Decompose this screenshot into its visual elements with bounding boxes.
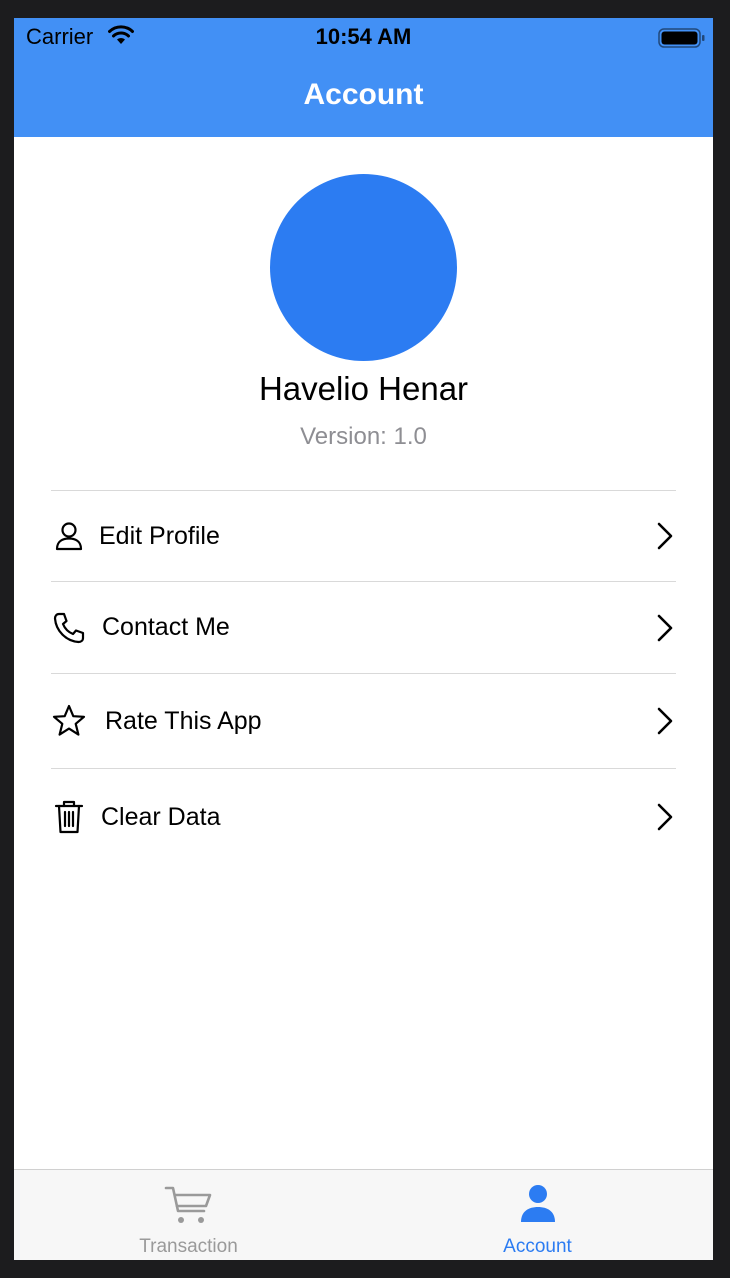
menu-item-label: Edit Profile: [99, 521, 220, 550]
rate-app-row[interactable]: Rate This App: [51, 673, 676, 768]
trash-icon: [51, 799, 87, 835]
tab-label: Transaction: [139, 1236, 238, 1257]
tab-bar: Transaction Account: [14, 1169, 713, 1260]
person-icon: [51, 518, 87, 554]
app-version: Version: 1.0: [300, 423, 427, 450]
page-title: Account: [303, 78, 424, 111]
tab-transaction[interactable]: Transaction: [14, 1170, 363, 1260]
star-icon: [51, 703, 87, 739]
menu-item-label: Contact Me: [102, 613, 230, 641]
chevron-right-icon: [657, 614, 673, 641]
user-name: Havelio Henar: [258, 370, 469, 407]
edit-profile-row[interactable]: Edit Profile: [51, 490, 676, 581]
tab-label: Account: [503, 1236, 572, 1257]
cart-icon: [164, 1186, 212, 1223]
person-fill-icon: [521, 1185, 555, 1222]
chevron-right-icon: [657, 803, 673, 831]
menu-item-label: Clear Data: [101, 802, 221, 831]
clear-data-row[interactable]: Clear Data: [51, 768, 676, 865]
phone-icon: [51, 610, 87, 646]
chevron-right-icon: [657, 522, 673, 550]
tab-account[interactable]: Account: [363, 1170, 712, 1260]
avatar[interactable]: [270, 174, 457, 361]
menu-item-label: Rate This App: [105, 706, 262, 735]
account-menu: Edit Profile Contact Me Rate This App Cl…: [51, 490, 676, 865]
battery-icon: [658, 28, 705, 48]
chevron-right-icon: [657, 707, 673, 735]
app-screen: Carrier 10:54 AM Account Havelio Henar V…: [14, 18, 713, 1260]
contact-me-row[interactable]: Contact Me: [51, 581, 676, 673]
status-time: 10:54 AM: [315, 24, 412, 49]
navigation-header: Carrier 10:54 AM Account: [14, 18, 713, 137]
